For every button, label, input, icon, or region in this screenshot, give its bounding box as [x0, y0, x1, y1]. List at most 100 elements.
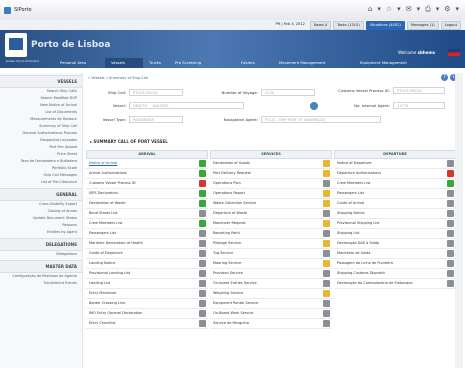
departure-row[interactable]: Declaração do Comissionário de Embarque: [334, 279, 456, 289]
arrival-row[interactable]: ISPS Declaration: [86, 189, 208, 199]
sidebar-item[interactable]: List of Documents: [0, 109, 82, 116]
services-row[interactable]: Reporting Point: [210, 229, 332, 239]
departure-row[interactable]: Notice of Departure: [334, 159, 456, 169]
status-green-icon[interactable]: [199, 200, 206, 207]
status-yellow-icon[interactable]: [323, 290, 330, 297]
sidebar-item[interactable]: List of Pre-Clearance: [0, 179, 82, 186]
sidebar-item[interactable]: Update Document Status: [0, 215, 82, 222]
services-row[interactable]: On-board Entries Service: [210, 279, 332, 289]
language-flag-icon[interactable]: [448, 49, 460, 56]
sidebar-item[interactable]: Portfolio Scale: [0, 165, 82, 172]
departure-row[interactable]: Declaração DAE à Saída: [334, 239, 456, 249]
breadcrumb[interactable]: » Vessels » Summary of Ship Call: [88, 76, 148, 80]
vessel-info-icon[interactable]: [310, 102, 318, 110]
status-gray-icon[interactable]: [323, 210, 330, 217]
status-gray-icon[interactable]: [199, 320, 206, 327]
status-gray-icon[interactable]: [447, 220, 454, 227]
sidebar-item[interactable]: Summary of Ship Call: [0, 123, 82, 130]
status-gray-icon[interactable]: [199, 270, 206, 277]
status-gray-icon[interactable]: [447, 190, 454, 197]
sidebar-item[interactable]: Search Ship Calls: [0, 88, 82, 95]
status-gray-icon[interactable]: [199, 300, 206, 307]
sidebar-item[interactable]: Closing of Annex: [0, 208, 82, 215]
arrival-row[interactable]: Entry Maneuver: [86, 289, 208, 299]
nav-tab-equipment-management[interactable]: Equipment Management: [354, 58, 430, 68]
status-yellow-icon[interactable]: [323, 200, 330, 207]
departure-row[interactable]: Departure Authorizations: [334, 169, 456, 179]
nav-tab-folders[interactable]: Folders: [235, 58, 273, 68]
sidebar-item[interactable]: Price Sheet: [0, 151, 82, 158]
status-red-icon[interactable]: [447, 170, 454, 177]
status-gray-icon[interactable]: [199, 260, 206, 267]
departure-row[interactable]: Shipping List: [334, 229, 456, 239]
status-green-icon[interactable]: [199, 160, 206, 167]
arrival-row[interactable]: Guide of Departure: [86, 249, 208, 259]
info-0-button[interactable]: News 4: [309, 21, 332, 30]
services-row[interactable]: Mooring Service: [210, 259, 332, 269]
status-gray-icon[interactable]: [199, 240, 206, 247]
services-row[interactable]: Weighing Service: [210, 289, 332, 299]
voyage-field[interactable]: 2239: [261, 89, 315, 96]
services-row[interactable]: On-Board Work Service: [210, 309, 332, 319]
nav-tab-movement-management[interactable]: Movement Management: [273, 58, 354, 68]
status-gray-icon[interactable]: [323, 180, 330, 187]
arrival-row[interactable]: Arrival Authorizations: [86, 169, 208, 179]
status-gray-icon[interactable]: [199, 250, 206, 257]
vessel-field[interactable]: DRAFTU MALTESE: [129, 102, 244, 109]
status-green-icon[interactable]: [199, 170, 206, 177]
status-gray-icon[interactable]: [447, 160, 454, 167]
arrival-row[interactable]: Entry Checklist: [86, 319, 208, 329]
vessel-type-field[interactable]: PASSENGER: [129, 116, 183, 123]
status-gray-icon[interactable]: [323, 310, 330, 317]
departure-row[interactable]: Shipping Customs Dispatch: [334, 269, 456, 279]
status-gray-icon[interactable]: [447, 200, 454, 207]
status-gray-icon[interactable]: [199, 280, 206, 287]
services-row[interactable]: Maneuver Request: [210, 219, 332, 229]
status-gray-icon[interactable]: [199, 290, 206, 297]
status-gray-icon[interactable]: [447, 260, 454, 267]
sidebar-item[interactable]: Taxa de Fondeadero e Bufiadero: [0, 158, 82, 165]
help-icon[interactable]: ?: [441, 74, 448, 81]
arrival-row[interactable]: Crew Members List: [86, 219, 208, 229]
info-3-button[interactable]: Messages (1): [406, 21, 439, 30]
arrival-row[interactable]: Passengers List: [86, 229, 208, 239]
sidebar-item[interactable]: Ship Call Messages: [0, 172, 82, 179]
browser-tool-6-icon[interactable]: ⎙: [425, 5, 431, 14]
services-row[interactable]: Service de Mergulho: [210, 319, 332, 329]
status-yellow-icon[interactable]: [323, 220, 330, 227]
sidebar-item[interactable]: Search Modified DUP: [0, 95, 82, 102]
nav-tab-trucks[interactable]: Trucks: [143, 58, 169, 68]
status-yellow-icon[interactable]: [323, 190, 330, 197]
nav-tab-personal-area[interactable]: Personal Area: [54, 58, 105, 68]
browser-tool-2-icon[interactable]: ☆: [386, 5, 392, 14]
sidebar-item[interactable]: Port Fee Upload: [0, 144, 82, 151]
port-logo-icon[interactable]: [5, 33, 27, 57]
arrival-row[interactable]: Landing Notice: [86, 259, 208, 269]
departure-row[interactable]: Provisional Shipping List: [334, 219, 456, 229]
sidebar-item[interactable]: Reasons: [0, 222, 82, 229]
services-row[interactable]: Departure of Waste: [210, 209, 332, 219]
status-green-icon[interactable]: [447, 180, 454, 187]
departure-row[interactable]: Guide of Arrival: [334, 199, 456, 209]
status-gray-icon[interactable]: [199, 210, 206, 217]
agent-field[interactable]: 23778: [393, 102, 445, 109]
info-2-button[interactable]: Situations (4002): [365, 21, 405, 30]
sidebar-item[interactable]: Entities by Agent: [0, 229, 82, 236]
arrival-row[interactable]: Bond Stores List: [86, 209, 208, 219]
customs-field[interactable]: PTLIS1200001: [393, 87, 445, 94]
sidebar-item[interactable]: Configuração de Resíduos de Agente: [0, 273, 82, 280]
services-row[interactable]: Operations Report: [210, 189, 332, 199]
browser-tool-9-icon[interactable]: ▾: [455, 5, 459, 14]
services-row[interactable]: Waste Collection Service: [210, 199, 332, 209]
browser-tool-5-icon[interactable]: ▾: [417, 5, 421, 14]
services-row[interactable]: Equipment Rental Service: [210, 299, 332, 309]
browser-tool-7-icon[interactable]: ▾: [436, 5, 440, 14]
status-gray-icon[interactable]: [447, 210, 454, 217]
services-row[interactable]: Operations Plan: [210, 179, 332, 189]
arrival-row[interactable]: Landing List: [86, 279, 208, 289]
status-gray-icon[interactable]: [323, 280, 330, 287]
services-row[interactable]: Port Delivery Request: [210, 169, 332, 179]
status-yellow-icon[interactable]: [323, 170, 330, 177]
nav-tab-vessels[interactable]: Vessels: [105, 58, 143, 68]
status-yellow-icon[interactable]: [323, 160, 330, 167]
